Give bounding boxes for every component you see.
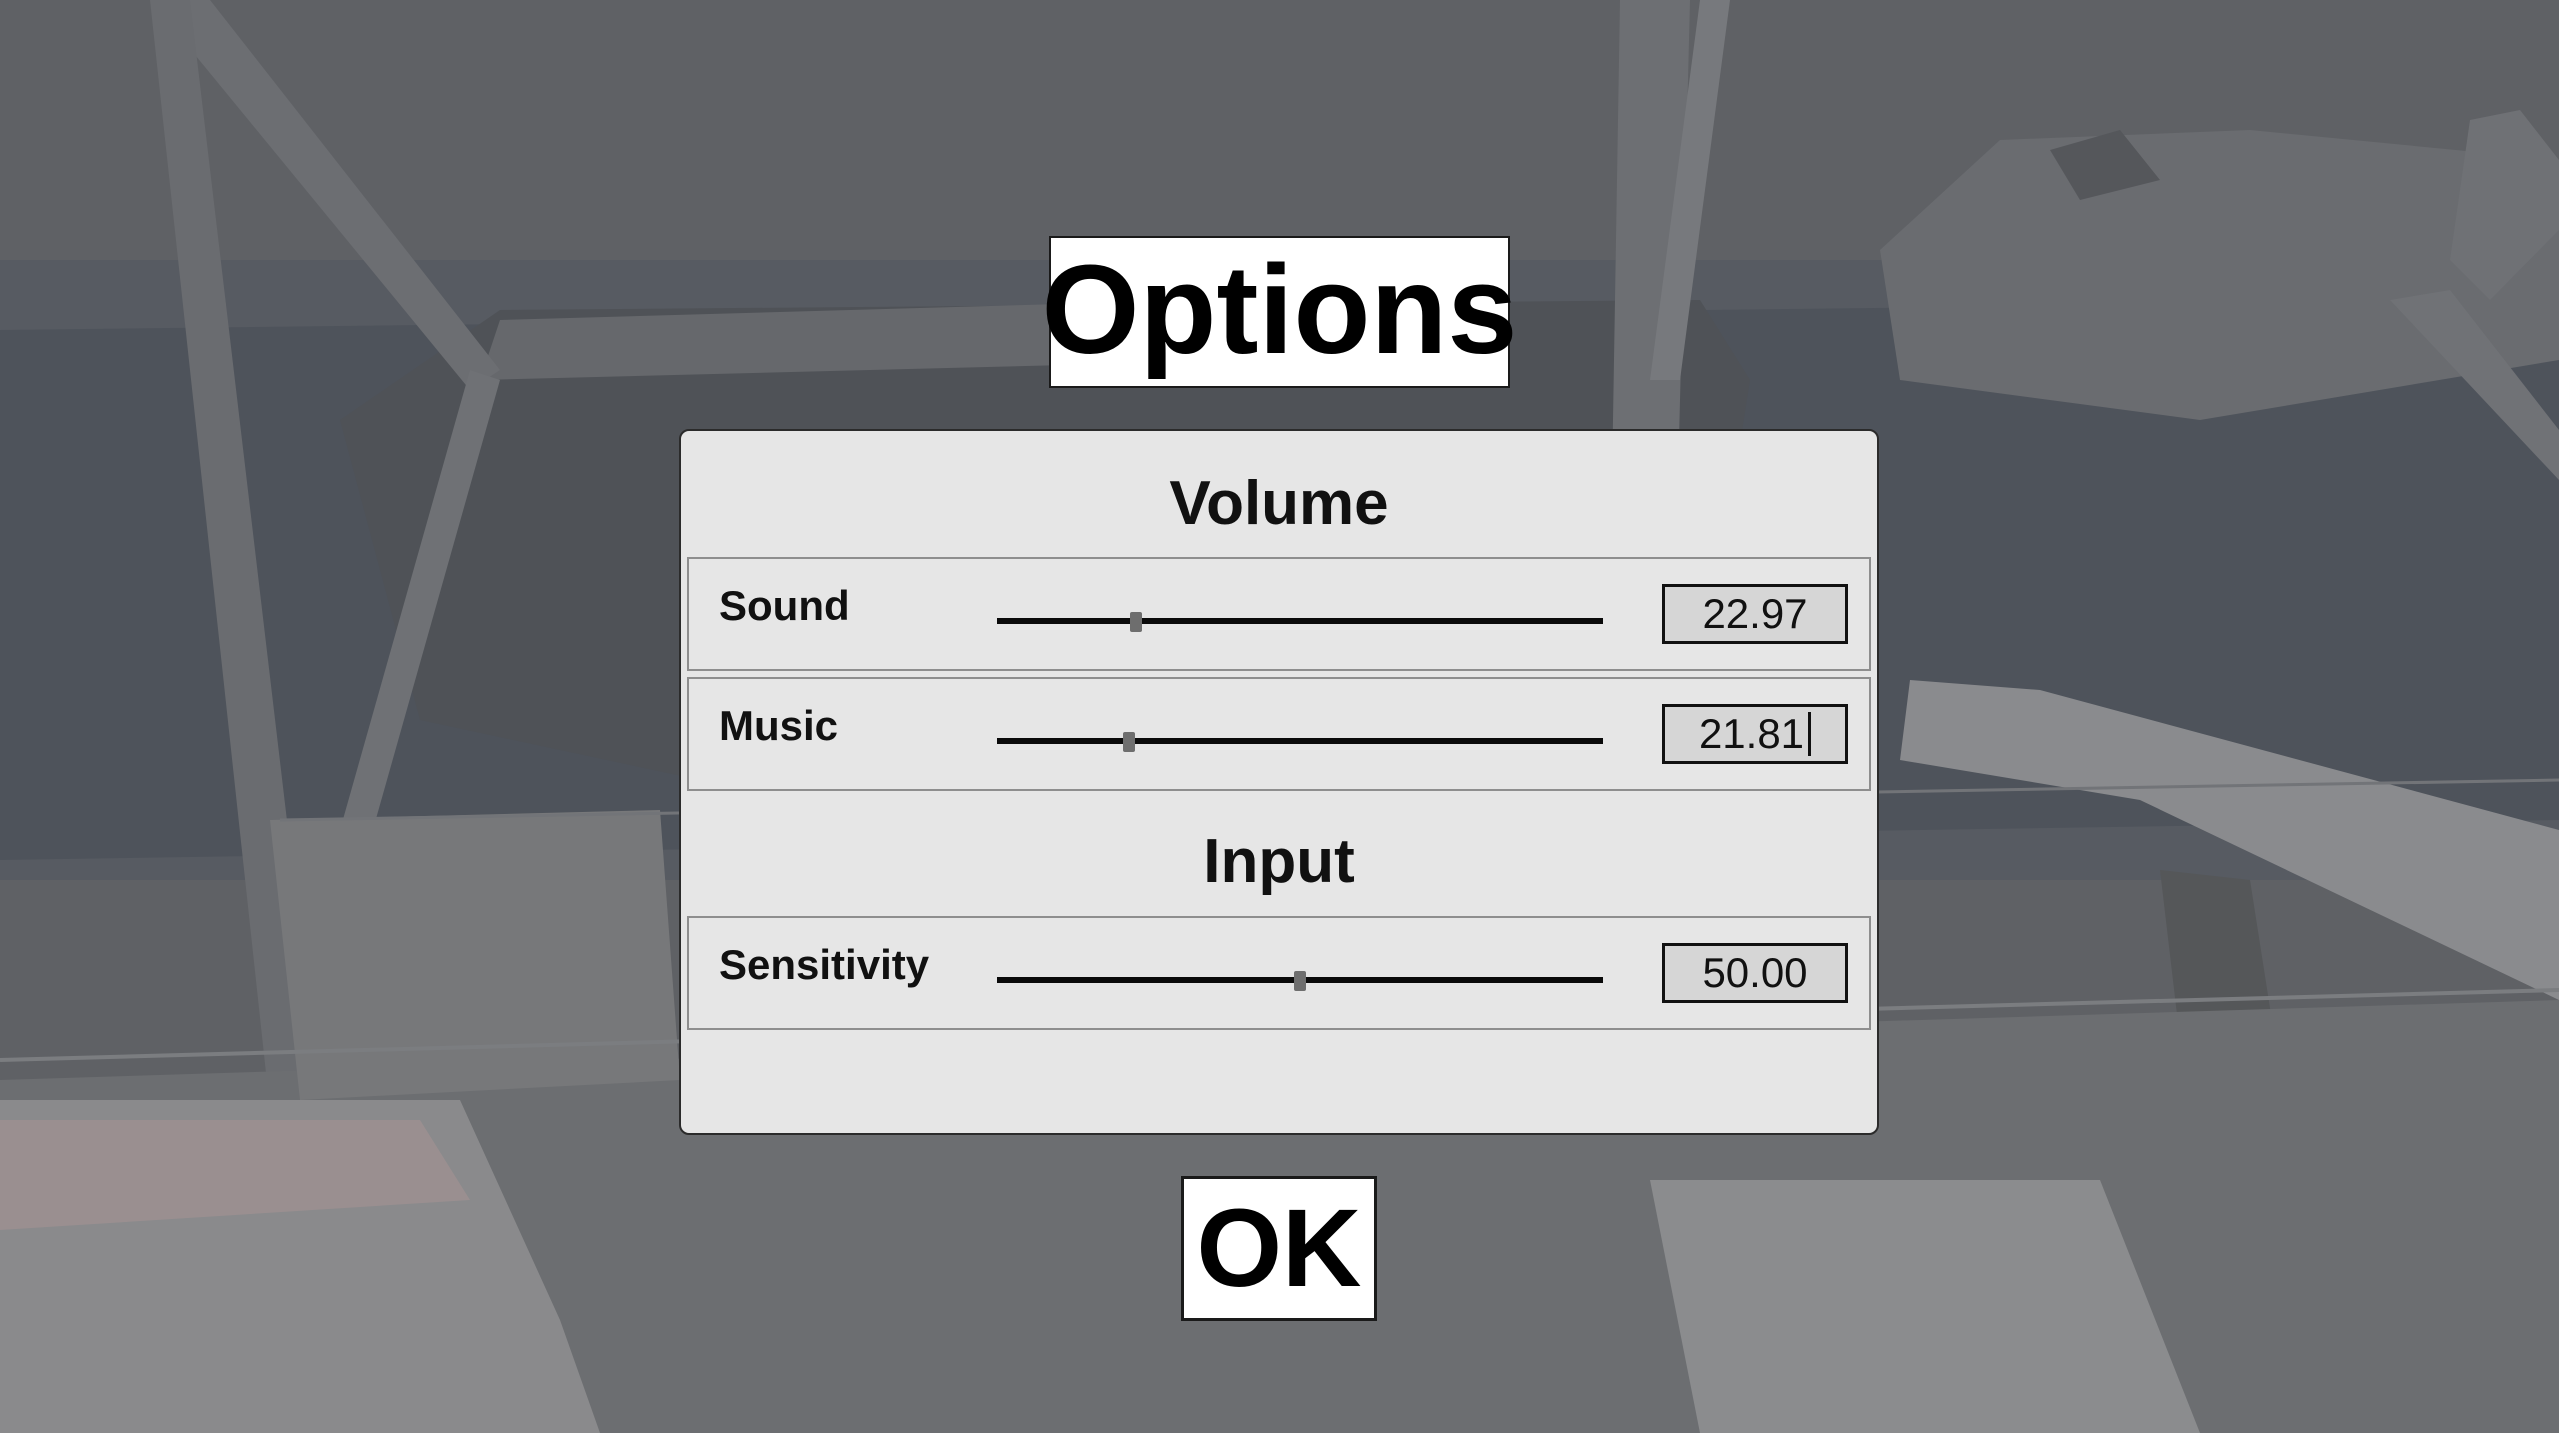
music-row: Music 21.81 bbox=[687, 677, 1871, 791]
ok-button[interactable]: OK bbox=[1181, 1176, 1377, 1321]
music-slider-handle[interactable] bbox=[1123, 732, 1136, 752]
options-panel: Volume Sound 22.97 Music 21.81 Input Sen… bbox=[679, 429, 1879, 1135]
sensitivity-value-field[interactable]: 50.00 bbox=[1662, 943, 1848, 1003]
sound-row: Sound 22.97 bbox=[687, 557, 1871, 671]
sound-slider-track[interactable] bbox=[997, 618, 1603, 624]
sound-slider-handle[interactable] bbox=[1130, 612, 1143, 632]
sound-value: 22.97 bbox=[1702, 590, 1808, 637]
sound-slider[interactable] bbox=[997, 609, 1603, 633]
sound-value-field[interactable]: 22.97 bbox=[1662, 584, 1848, 644]
sensitivity-row: Sensitivity 50.00 bbox=[687, 916, 1871, 1030]
music-label: Music bbox=[719, 702, 839, 749]
input-heading: Input bbox=[1203, 827, 1355, 896]
sound-label: Sound bbox=[719, 582, 850, 629]
sensitivity-slider[interactable] bbox=[997, 968, 1603, 992]
ok-label: OK bbox=[1196, 1186, 1362, 1310]
sensitivity-label: Sensitivity bbox=[719, 941, 930, 988]
text-caret bbox=[1808, 711, 1812, 756]
music-slider-track[interactable] bbox=[997, 738, 1603, 744]
options-title-box: Options bbox=[1042, 236, 1517, 388]
volume-heading: Volume bbox=[1169, 469, 1389, 538]
music-value: 21.81 bbox=[1698, 710, 1805, 757]
music-slider[interactable] bbox=[997, 729, 1603, 753]
music-value-field[interactable]: 21.81 bbox=[1662, 704, 1848, 764]
sensitivity-value: 50.00 bbox=[1702, 949, 1808, 996]
sensitivity-slider-handle[interactable] bbox=[1294, 971, 1306, 991]
options-title: Options bbox=[1041, 239, 1518, 380]
